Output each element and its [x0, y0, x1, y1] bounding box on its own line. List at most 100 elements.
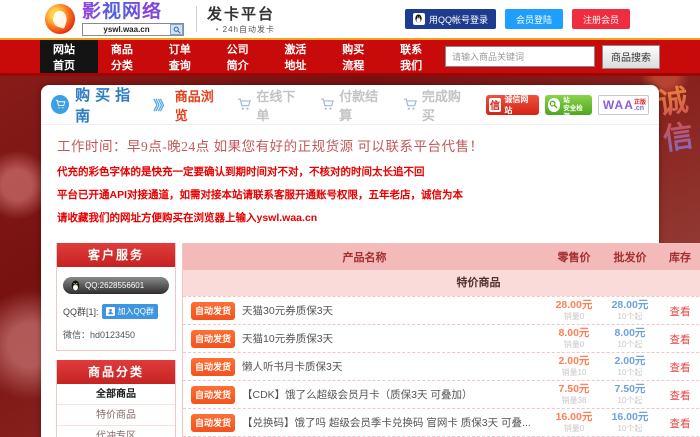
- min-quantity: 10个起: [602, 311, 658, 322]
- cart-icon: [320, 98, 335, 111]
- product-name[interactable]: 【兑换码】饿了吗 超级会员季卡兑换码 官网卡 质保3天 可叠...: [242, 415, 531, 430]
- join-qq-group-button[interactable]: 加入QQ群: [102, 304, 158, 319]
- nav-item-label: 激活地址: [284, 41, 316, 73]
- content-panel: 购买指南 》》 商品浏览 在线下单 付款结算 完成购买 信 诚信网站: [41, 85, 659, 437]
- cart-icon: [237, 98, 252, 111]
- chengxin-label: 诚信网站: [504, 94, 533, 116]
- main-columns: 客户服务 QQ:2628556601 QQ群[1]:: [41, 239, 659, 437]
- safe360-label: 360网站 安全检测: [563, 89, 587, 121]
- site-url: yswl.waa.cn: [83, 25, 170, 34]
- nav-item[interactable]: 订单查询: [156, 40, 214, 73]
- view-stock-link[interactable]: 查看: [669, 418, 690, 430]
- nav-item[interactable]: 激活地址: [271, 40, 329, 73]
- view-stock-link[interactable]: 查看: [669, 390, 690, 402]
- product-name-cell: 自动发货 懒人听书月卡质保3天: [183, 358, 546, 376]
- safe360-line1: 360网站: [563, 89, 587, 105]
- nav-item-label: 联系我们: [400, 41, 432, 73]
- customer-service-title: 客户服务: [57, 243, 175, 267]
- nav-item-label: 网站首页: [53, 41, 85, 73]
- category-item[interactable]: 特价商品: [57, 405, 175, 426]
- top-bar: 影视网络 yswl.waa.cn 发卡平台 24h自动发卡 用QQ帐号登录 会员…: [0, 0, 700, 40]
- notice-line: 平台已开通API对接通道，如需对接本站请联系客服开通账号权限，五年老店，诚信为本: [57, 187, 643, 202]
- category-item[interactable]: 代冲专区: [57, 426, 175, 437]
- header-actions: 用QQ帐号登录 会员登陆 注册会员: [405, 9, 630, 29]
- customer-service-body: QQ:2628556601 QQ群[1]: 加入QQ群 微信：hd012: [57, 267, 175, 350]
- search-button[interactable]: 商品搜索: [602, 45, 660, 69]
- product-name[interactable]: 天猫10元券质保3天: [242, 331, 333, 346]
- product-name[interactable]: 【CDK】饿了么超级会员月卡（质保3天 可叠加）: [242, 387, 472, 402]
- sidebar: 客户服务 QQ:2628556601 QQ群[1]:: [56, 243, 176, 437]
- category-item-label: 代冲专区: [96, 431, 136, 437]
- nav-item[interactable]: 公司简介: [214, 40, 272, 73]
- qq-login-button[interactable]: 用QQ帐号登录: [405, 9, 496, 29]
- step-browse[interactable]: 商品浏览: [175, 86, 225, 124]
- category-item-label: 全部商品: [96, 389, 136, 400]
- table-header: 产品名称 零售价 批发价 库存 操作: [183, 244, 700, 270]
- product-name[interactable]: 天猫30元券质保3天: [242, 303, 333, 318]
- nav-item[interactable]: 联系我们: [387, 40, 445, 73]
- nav-item[interactable]: 商品分类: [98, 40, 156, 73]
- product-name-cell: 自动发货 【兑换码】饿了吗 超级会员季卡兑换码 官网卡 质保3天 可叠...: [183, 414, 546, 432]
- table-row: 自动发货 懒人听书月卡质保3天 2.00元 销量10 2.00元 10个起: [183, 352, 700, 380]
- nav-item[interactable]: 网站首页: [40, 40, 98, 73]
- retail-cell: 7.50元 销量38: [546, 384, 602, 406]
- table-row: 自动发货 【兑换码】饿了吗 超级会员季卡兑换码 官网卡 质保3天 可叠... 1…: [183, 408, 700, 436]
- waa-seal: WAA .cn 正版: [598, 95, 649, 115]
- notice-block: 工作时间：早9点-晚24点 如果您有好的正规货源 可以联系平台代售！ 代充的彩色…: [41, 125, 659, 239]
- retail-price: 16.00元: [546, 412, 602, 423]
- wholesale-price: 2.00元: [602, 356, 658, 367]
- platform-subtitle: 24h自动发卡: [207, 24, 275, 35]
- notice-line: 代充的彩色字体的是快充一定要确认到期时间对不对，不核对的时间太长追不回: [57, 164, 643, 179]
- retail-cell: 28.00元 销量0: [546, 300, 602, 322]
- wholesale-price: 7.50元: [602, 384, 658, 395]
- stock-cell: 查看: [658, 330, 700, 348]
- retail-price: 7.50元: [546, 384, 602, 395]
- guide-label: 购买指南: [75, 84, 151, 126]
- step-label: 在线下单: [256, 86, 305, 124]
- qq-group-icon: [106, 307, 115, 316]
- nav-item-label: 公司简介: [227, 41, 259, 73]
- retail-price: 8.00元: [546, 328, 602, 339]
- wholesale-cell: 16.00元 10个起: [602, 412, 658, 434]
- min-quantity: 10个起: [602, 367, 658, 378]
- retail-cell: 8.00元 销量0: [546, 328, 602, 350]
- qq-penguin-icon: [413, 13, 425, 25]
- member-login-button[interactable]: 会员登陆: [505, 9, 563, 29]
- magnifier-icon: [548, 98, 561, 112]
- wholesale-cell: 2.00元 10个起: [602, 356, 658, 378]
- sales-count: 销量38: [546, 395, 602, 406]
- wechat-contact: 微信：hd0123450: [63, 328, 169, 341]
- col-wholesale-price: 批发价: [602, 249, 658, 265]
- wholesale-cell: 28.00元 10个起: [602, 300, 658, 322]
- table-row: 自动发货 【CDK】饿了么超级会员月卡（质保3天 可叠加） 7.50元 销量38…: [183, 380, 700, 408]
- safe360-line2: 安全检测: [563, 105, 587, 121]
- search-input[interactable]: [445, 46, 595, 67]
- platform-block: 发卡平台 24h自动发卡: [207, 3, 275, 35]
- min-quantity: 10个起: [602, 423, 658, 434]
- url-search-icon[interactable]: [170, 24, 183, 35]
- table-rows: 自动发货 天猫30元券质保3天 28.00元 销量0 28.00元 10个起: [183, 296, 700, 437]
- min-quantity: 10个起: [602, 395, 658, 406]
- platform-title: 发卡平台: [207, 3, 275, 24]
- step-pay: 付款结算: [320, 86, 388, 124]
- wholesale-price: 28.00元: [602, 300, 658, 311]
- qq-contact-button[interactable]: QQ:2628556601: [63, 277, 169, 294]
- col-retail-price: 零售价: [546, 249, 602, 265]
- purchase-steps-banner: 购买指南 》》 商品浏览 在线下单 付款结算 完成购买 信 诚信网站: [41, 85, 659, 125]
- register-button[interactable]: 注册会员: [572, 9, 630, 29]
- safe360-seal: 360网站 安全检测: [545, 95, 592, 115]
- auto-delivery-badge: 自动发货: [191, 386, 235, 404]
- table-row: 自动发货 天猫10元券质保3天 8.00元 销量0 8.00元 10个起: [183, 324, 700, 352]
- view-stock-link[interactable]: 查看: [669, 334, 690, 346]
- qq-login-label: 用QQ帐号登录: [429, 13, 488, 26]
- nav-item[interactable]: 购买流程: [329, 40, 387, 73]
- view-stock-link[interactable]: 查看: [669, 362, 690, 374]
- qq-group-row: QQ群[1]: 加入QQ群: [63, 304, 169, 319]
- auto-delivery-badge: 自动发货: [191, 302, 235, 320]
- category-item[interactable]: 全部商品: [57, 384, 175, 405]
- step-label: 付款结算: [339, 86, 388, 124]
- guide-block: 购买指南: [51, 84, 151, 126]
- product-name[interactable]: 懒人听书月卡质保3天: [242, 359, 342, 374]
- view-stock-link[interactable]: 查看: [669, 306, 690, 318]
- cart-icon: [51, 95, 69, 114]
